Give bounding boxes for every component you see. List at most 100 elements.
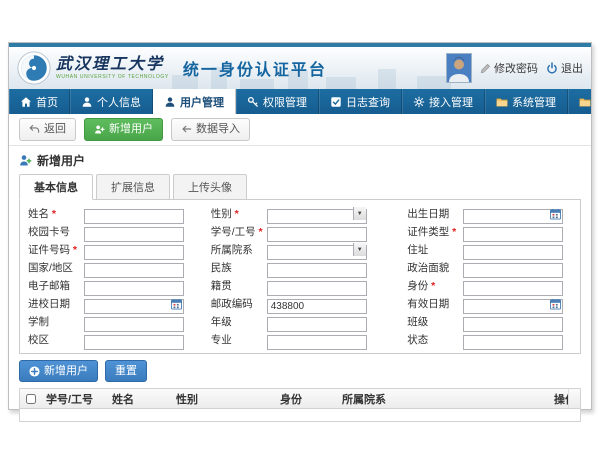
university-name-cn: 武汉理工大学 [56, 56, 169, 72]
nav-item-home[interactable]: 首页 [9, 89, 70, 114]
field-label: 性别 * [207, 206, 267, 221]
submit-add-user-button[interactable]: 新增用户 [19, 360, 98, 382]
form-field-identity: 身份 * [403, 278, 576, 293]
logout-link[interactable]: 退出 [546, 60, 583, 76]
field-wrapper [84, 224, 184, 239]
political-status-input[interactable] [463, 263, 563, 278]
form-field-status: 状态 [403, 332, 576, 347]
field-wrapper [463, 296, 563, 311]
table-header-filler [568, 389, 580, 408]
add-user-toolbar-button[interactable]: 新增用户 [84, 118, 163, 140]
gender-select[interactable] [267, 209, 367, 224]
required-asterisk: * [449, 226, 456, 238]
field-label: 出生日期 [403, 206, 463, 221]
folder-icon [496, 96, 508, 108]
app-window: 武汉理工大学 WUHAN UNIVERSITY OF TECHNOLOGY 统一… [8, 42, 592, 410]
tab-upload-avatar[interactable]: 上传头像 [173, 174, 247, 200]
postal-code-input[interactable] [267, 299, 367, 314]
form-field-country: 国家/地区 [24, 260, 197, 275]
ethnicity-input[interactable] [267, 263, 367, 278]
school-system-input[interactable] [84, 317, 184, 332]
tab-basic-info[interactable]: 基本信息 [19, 174, 93, 200]
table-header-row: 学号/工号 姓名 性别 身份 所属院系 操作 [20, 389, 580, 409]
col-gender: 性别 [172, 391, 276, 407]
form-field-name: 姓名 * [24, 206, 197, 221]
calendar-icon[interactable] [550, 208, 561, 220]
field-label: 进校日期 [24, 296, 84, 311]
class-input[interactable] [463, 317, 563, 332]
name-input[interactable] [84, 209, 184, 224]
email-input[interactable] [84, 281, 184, 296]
form-field-political-status: 政治面貌 [403, 260, 576, 275]
university-titles: 武汉理工大学 WUHAN UNIVERSITY OF TECHNOLOGY [56, 56, 169, 80]
native-place-input[interactable] [267, 281, 367, 296]
calendar-icon[interactable] [550, 298, 561, 310]
field-label: 住址 [403, 242, 463, 257]
field-label: 电子邮箱 [24, 278, 84, 293]
add-user-section-icon [19, 154, 32, 167]
form-field-birth-date: 出生日期 [403, 206, 576, 221]
field-label: 年级 [207, 314, 267, 329]
form-field-address: 住址 [403, 242, 576, 257]
form-field-postal-code: 邮政编码 [207, 296, 394, 311]
field-label: 邮政编码 [207, 296, 267, 311]
student-id-input[interactable] [267, 227, 367, 242]
change-password-link[interactable]: 修改密码 [480, 60, 538, 76]
calendar-icon[interactable] [171, 298, 182, 310]
tab-extended-info[interactable]: 扩展信息 [96, 174, 170, 200]
data-import-button[interactable]: 数据导入 [171, 118, 250, 140]
country-input[interactable] [84, 263, 184, 278]
major-input[interactable] [267, 335, 367, 350]
back-button[interactable]: 返回 [19, 118, 76, 140]
address-input[interactable] [463, 245, 563, 260]
campus-card-input[interactable] [84, 227, 184, 242]
nav-item-log-query[interactable]: 日志查询 [319, 89, 402, 114]
chevron-down-icon[interactable]: ▼ [353, 243, 366, 256]
required-asterisk: * [49, 208, 56, 220]
import-arrow-icon [181, 124, 192, 134]
identity-input[interactable] [463, 281, 563, 296]
field-wrapper [267, 260, 367, 275]
form-field-id-number: 证件号码 * [24, 242, 197, 257]
nav-item-personal-info[interactable]: 个人信息 [70, 89, 153, 114]
form-field-school-system: 学制 [24, 314, 197, 329]
campus-input[interactable] [84, 335, 184, 350]
status-input[interactable] [463, 335, 563, 350]
chevron-down-icon[interactable]: ▼ [353, 207, 366, 220]
form-field-grade: 年级 [207, 314, 394, 329]
field-wrapper [267, 332, 367, 347]
field-wrapper [463, 332, 563, 347]
nav-item-user-management[interactable]: 用户管理 [153, 89, 236, 114]
field-label: 学制 [24, 314, 84, 329]
user-icon [164, 96, 176, 108]
form-field-department: 所属院系▼ [207, 242, 394, 257]
col-student-id: 学号/工号 [42, 391, 108, 407]
field-wrapper [84, 314, 184, 329]
col-name: 姓名 [108, 391, 172, 407]
department-select[interactable] [267, 245, 367, 260]
select-all-checkbox[interactable] [26, 394, 36, 404]
field-wrapper [267, 296, 367, 311]
form-field-class: 班级 [403, 314, 576, 329]
nav-item-system-management[interactable]: 系统管理 [485, 89, 568, 114]
col-actions: 操作 [550, 391, 568, 407]
reset-button[interactable]: 重置 [105, 360, 147, 382]
id-type-input[interactable] [463, 227, 563, 242]
entry-date-input[interactable] [84, 299, 184, 314]
field-label: 籍贯 [207, 278, 267, 293]
valid-date-input[interactable] [463, 299, 563, 314]
grade-input[interactable] [267, 317, 367, 332]
field-label: 专业 [207, 332, 267, 347]
nav-item-access-management[interactable]: 接入管理 [402, 89, 485, 114]
nav-item-permission-management[interactable]: 权限管理 [236, 89, 319, 114]
user-avatar[interactable] [446, 53, 472, 83]
birth-date-input[interactable] [463, 209, 563, 224]
user-plus-icon [94, 124, 105, 135]
field-label: 校园卡号 [24, 224, 84, 239]
home-icon [20, 96, 32, 108]
id-number-input[interactable] [84, 245, 184, 260]
nav-item-subscription-management[interactable]: 订阅管理 [568, 89, 600, 114]
col-department: 所属院系 [338, 391, 550, 407]
field-wrapper [267, 224, 367, 239]
power-icon [546, 62, 558, 74]
